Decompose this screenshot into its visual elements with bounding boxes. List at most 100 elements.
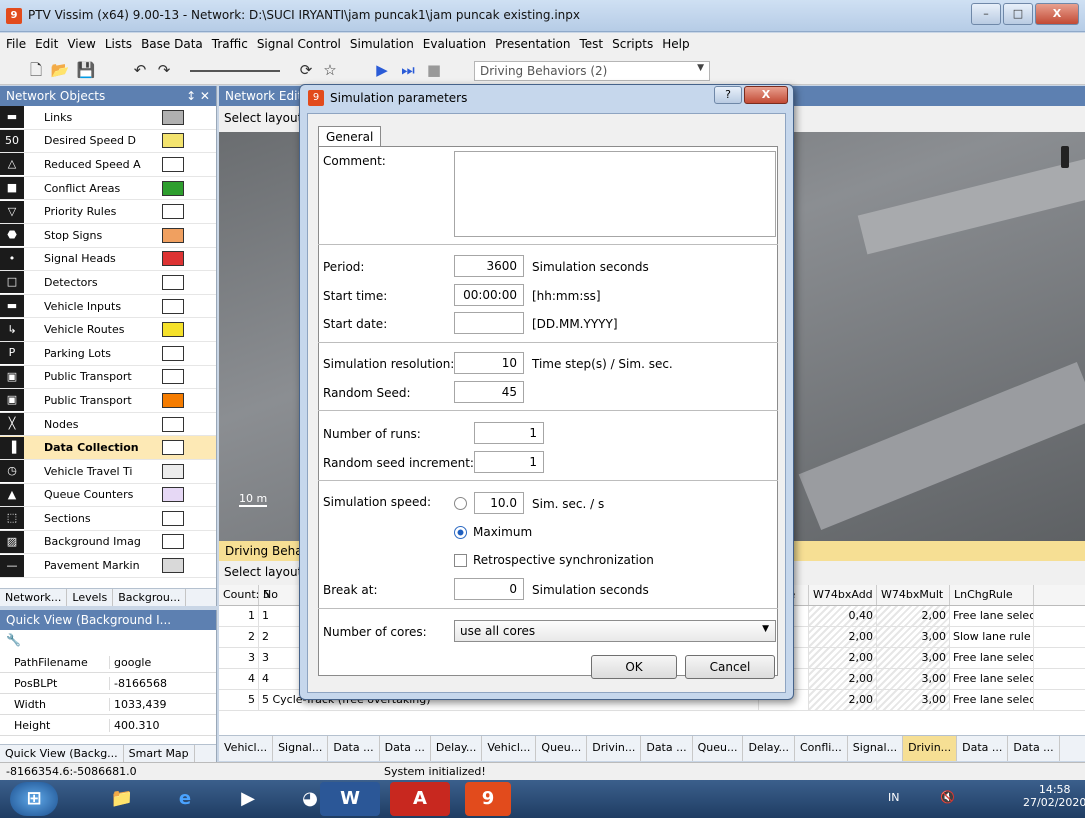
layer-color-swatch[interactable] [162, 392, 184, 408]
cell-index[interactable]: 2 [219, 627, 259, 647]
layer-color-swatch[interactable] [162, 369, 184, 385]
start-date-field[interactable] [454, 312, 524, 334]
layer-color-swatch[interactable] [162, 298, 184, 314]
cores-select[interactable]: use all cores ▼ [454, 620, 776, 642]
network-object-vehicle-inputs[interactable]: ▬ Vehicle Inputs [0, 295, 216, 319]
list-tab[interactable]: Signal... [848, 736, 904, 761]
tab-general[interactable]: General [318, 126, 382, 147]
select-layout-dropdown[interactable]: Select layout. [224, 111, 306, 125]
qv-value[interactable]: 400.310 [110, 719, 160, 732]
cell-lnchgrule[interactable]: Free lane selec [950, 690, 1034, 710]
menu-test[interactable]: Test [580, 37, 604, 51]
cell-index[interactable]: 3 [219, 648, 259, 668]
list-tab[interactable]: Vehicl... [482, 736, 537, 761]
resolution-field[interactable]: 10 [454, 352, 524, 374]
qv-value[interactable]: 1033,439 [110, 698, 167, 711]
network-object-nodes[interactable]: ╳ Nodes [0, 413, 216, 437]
redo-icon[interactable]: ↷ [154, 60, 174, 80]
cell-w74bxmult[interactable]: 3,00 [877, 627, 950, 647]
layer-color-swatch[interactable] [162, 534, 184, 550]
list-tab[interactable]: Data ... [1008, 736, 1060, 761]
period-field[interactable]: 3600 [454, 255, 524, 277]
comment-field[interactable] [454, 151, 776, 237]
qv-value[interactable]: google [110, 656, 151, 669]
tab-smart-map[interactable]: Smart Map [124, 745, 195, 762]
network-object-detectors[interactable]: □ Detectors [0, 271, 216, 295]
layer-color-swatch[interactable] [162, 274, 184, 290]
vissim-taskbar-icon[interactable]: 9 [465, 782, 511, 816]
step-icon[interactable]: ⏭ [398, 60, 418, 80]
network-object-desired-speed-d[interactable]: 50 Desired Speed D [0, 129, 216, 154]
layer-color-swatch[interactable] [162, 510, 184, 526]
layer-color-swatch[interactable] [162, 251, 184, 267]
start-time-field[interactable]: 00:00:00 [454, 284, 524, 306]
network-object-vehicle-routes[interactable]: ↳ Vehicle Routes [0, 318, 216, 342]
internet-explorer-icon[interactable]: e [155, 782, 215, 816]
layer-color-swatch[interactable] [162, 322, 184, 338]
undo-icon[interactable]: ↶ [130, 60, 150, 80]
menu-help[interactable]: Help [662, 37, 689, 51]
dialog-close-button[interactable]: X [744, 86, 788, 104]
menu-file[interactable]: File [6, 37, 26, 51]
ok-button[interactable]: OK [591, 655, 677, 679]
break-at-field[interactable]: 0 [454, 578, 524, 600]
open-folder-icon[interactable]: 📂 [50, 60, 70, 80]
network-object-data-collection[interactable]: ▐ Data Collection [0, 436, 216, 460]
clock[interactable]: 14:58 27/02/2020 [1023, 783, 1085, 809]
layer-color-swatch[interactable] [162, 109, 184, 125]
sim-speed-field[interactable]: 10.0 [474, 492, 524, 514]
network-object-reduced-speed-a[interactable]: △ Reduced Speed A [0, 153, 216, 177]
col-w74bxmult[interactable]: W74bxMult [877, 585, 950, 605]
cell-w74bxmult[interactable]: 2,00 [877, 606, 950, 626]
list-tab[interactable]: Drivin... [587, 736, 642, 761]
volume-muted-icon[interactable]: 🔇 [940, 790, 955, 804]
cell-w74bxadd[interactable]: 2,00 [809, 690, 877, 710]
language-indicator[interactable]: IN [888, 791, 899, 804]
maximize-button[interactable]: □ [1003, 3, 1033, 25]
list-tab[interactable]: Vehicl... [219, 736, 274, 761]
favorite-icon[interactable]: ☆ [320, 60, 340, 80]
word-icon[interactable]: W [320, 782, 380, 816]
cell-w74bxadd[interactable]: 0,40 [809, 606, 877, 626]
layer-color-swatch[interactable] [162, 180, 184, 196]
layer-color-swatch[interactable] [162, 416, 184, 432]
list-tab[interactable]: Delay... [743, 736, 795, 761]
network-object-parking-lots[interactable]: P Parking Lots [0, 342, 216, 366]
col-w74bxadd[interactable]: W74bxAdd [809, 585, 877, 605]
new-file-icon[interactable]: 🗋 [26, 60, 46, 80]
menu-simulation[interactable]: Simulation [350, 37, 414, 51]
start-button[interactable]: ⊞ [10, 782, 58, 816]
menu-signal-control[interactable]: Signal Control [257, 37, 341, 51]
speed-radio[interactable] [454, 497, 467, 510]
list-tab[interactable]: Data ... [641, 736, 693, 761]
list-tab[interactable]: Delay... [431, 736, 483, 761]
network-object-stop-signs[interactable]: ⬣ Stop Signs [0, 224, 216, 248]
cell-w74bxmult[interactable]: 3,00 [877, 669, 950, 689]
play-icon[interactable]: ▶ [372, 60, 392, 80]
network-object-pavement-markin[interactable]: — Pavement Markin [0, 554, 216, 578]
col-count[interactable]: Count: 5 [219, 585, 270, 605]
network-object-signal-heads[interactable]: • Signal Heads [0, 247, 216, 272]
layer-color-swatch[interactable] [162, 558, 184, 574]
network-object-public-transport[interactable]: ▣ Public Transport [0, 389, 216, 413]
network-object-vehicle-travel-ti[interactable]: ◷ Vehicle Travel Ti [0, 460, 216, 484]
menu-evaluation[interactable]: Evaluation [423, 37, 486, 51]
qv-value[interactable]: -8166568 [110, 677, 167, 690]
cell-lnchgrule[interactable]: Free lane selec [950, 669, 1034, 689]
network-object-background-imag[interactable]: ▨ Background Imag [0, 530, 216, 555]
stop-icon[interactable]: ■ [424, 60, 444, 80]
runs-field[interactable]: 1 [474, 422, 544, 444]
list-tab[interactable]: Signal... [273, 736, 329, 761]
network-object-sections[interactable]: ⬚ Sections [0, 507, 216, 531]
list-tab[interactable]: Confli... [795, 736, 848, 761]
cell-index[interactable]: 4 [219, 669, 259, 689]
tab-levels[interactable]: Levels [67, 589, 114, 606]
menu-view[interactable]: View [67, 37, 95, 51]
wrench-icon[interactable]: 🔧 [0, 630, 216, 652]
driving-behaviors-tab[interactable]: Driving Behav [225, 544, 310, 558]
media-player-icon[interactable]: ▶ [218, 782, 278, 816]
layer-color-swatch[interactable] [162, 487, 184, 503]
menu-base-data[interactable]: Base Data [141, 37, 203, 51]
list-tab[interactable]: Data ... [328, 736, 380, 761]
menu-presentation[interactable]: Presentation [495, 37, 570, 51]
